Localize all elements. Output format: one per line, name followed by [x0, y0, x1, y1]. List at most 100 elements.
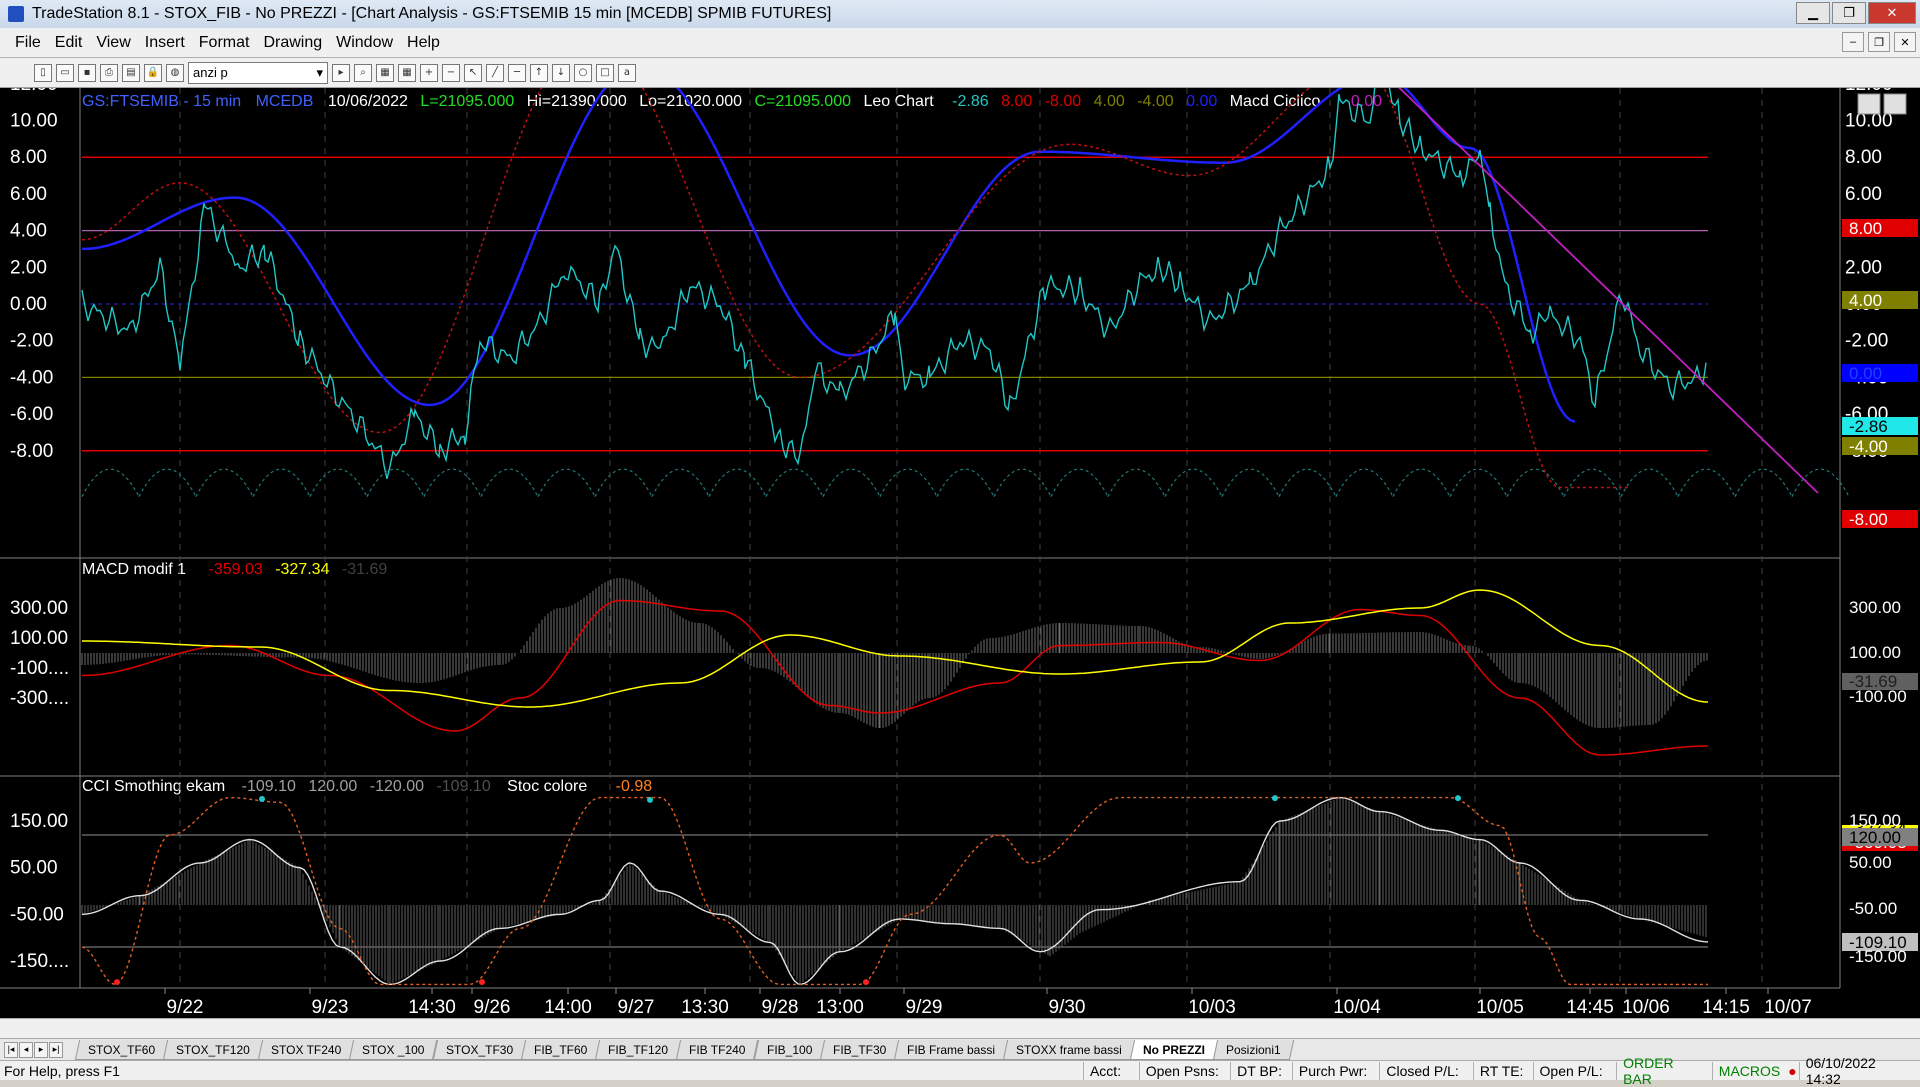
- restore-button[interactable]: ❐: [1832, 2, 1866, 24]
- mdi-minimize-icon[interactable]: ‒: [1842, 32, 1864, 52]
- open-icon[interactable]: ▭: [56, 63, 74, 82]
- tab-posizioni1[interactable]: Posizioni1: [1213, 1039, 1295, 1060]
- status-order-bar[interactable]: ORDER BAR: [1616, 1055, 1712, 1087]
- ellipse-icon[interactable]: ○: [574, 63, 592, 82]
- main-axis-tick: 4.00: [10, 221, 47, 242]
- x-axis-label: 14:15: [1702, 997, 1750, 1018]
- tab-fib-tf240[interactable]: FIB TF240: [676, 1039, 759, 1060]
- arrow-down-icon[interactable]: ↓: [552, 63, 570, 82]
- chart-window[interactable]: GS:FTSEMIB - 15 min MCEDB 10/06/2022 L=2…: [0, 37, 1920, 1022]
- main-axis-tick-right: 2.00: [1845, 257, 1882, 278]
- tab-label: STOX_TF30: [445, 1042, 513, 1056]
- tab-label: FIB_TF60: [533, 1042, 588, 1056]
- menu-format[interactable]: Format: [192, 34, 257, 52]
- toolbar: ▯ ▭ ▪ ⎙ ▤ 🔒 ◍ anzi p ▾ ▸ ⌕ ▦ ▦ + − ↖ ╱ ─ …: [0, 58, 1920, 88]
- print-icon[interactable]: ⎙: [100, 63, 118, 82]
- grid-icon[interactable]: ▦: [398, 63, 416, 82]
- find-icon[interactable]: ⌕: [354, 63, 372, 82]
- tab-no-prezzi[interactable]: No PREZZI: [1130, 1039, 1219, 1060]
- x-axis-label: 9/29: [906, 997, 943, 1018]
- tab-label: FIB_TF30: [833, 1042, 887, 1056]
- status-macros[interactable]: MACROS: [1711, 1061, 1786, 1080]
- lock-icon[interactable]: 🔒: [144, 63, 162, 82]
- new-icon[interactable]: ▯: [34, 63, 52, 82]
- arrow-up-icon[interactable]: ↑: [530, 63, 548, 82]
- tab-stoxx-frame-bassi[interactable]: STOXX frame bassi: [1003, 1039, 1136, 1060]
- chart-restore-icon[interactable]: [1883, 93, 1907, 115]
- minimize-button[interactable]: ▁: [1796, 2, 1830, 24]
- tab-stox-tf60[interactable]: STOX_TF60: [74, 1039, 169, 1060]
- chart-minimize-icon[interactable]: [1857, 93, 1881, 115]
- window-title: TradeStation 8.1 - STOX_FIB - No PREZZI …: [32, 5, 832, 22]
- zoom-in-icon[interactable]: +: [420, 63, 438, 82]
- tab-label: STOX TF240: [271, 1042, 342, 1056]
- chart-icon[interactable]: ▤: [122, 63, 140, 82]
- menu-file[interactable]: File: [8, 34, 48, 52]
- header-date: 10/06/2022: [328, 93, 408, 110]
- tab-prev-icon[interactable]: ◂: [19, 1041, 33, 1058]
- tab-last-icon[interactable]: ▸|: [49, 1041, 63, 1058]
- tab-stox-tf30[interactable]: STOX_TF30: [432, 1039, 526, 1060]
- text-icon[interactable]: a: [618, 63, 636, 82]
- horizontal-line-icon[interactable]: ─: [508, 63, 526, 82]
- tab-stox-100[interactable]: STOX _100: [349, 1039, 438, 1060]
- chart-canvas[interactable]: GS:FTSEMIB - 15 min MCEDB 10/06/2022 L=2…: [0, 37, 1920, 1018]
- main-axis-tick: 0.00: [10, 294, 47, 315]
- header-v5: -4.00: [1137, 93, 1174, 110]
- status-datetime: 06/10/2022 14:32: [1798, 1055, 1920, 1087]
- format-icon[interactable]: ▦: [376, 63, 394, 82]
- label-m4: -4.00: [1849, 437, 1888, 456]
- status-help: For Help, press F1: [4, 1062, 120, 1079]
- cci-v4: -109.10: [436, 778, 490, 795]
- cci-axis-tick: 150.00: [10, 811, 68, 832]
- cci-v3: -120.00: [370, 778, 424, 795]
- symbol-select[interactable]: anzi p ▾: [188, 61, 328, 84]
- menu-window[interactable]: Window: [329, 34, 400, 52]
- main-axis-tick: 2.00: [10, 257, 47, 278]
- tab-stox-tf120[interactable]: STOX_TF120: [163, 1039, 264, 1060]
- status-purch-pwr: Purch Pwr:: [1291, 1061, 1380, 1080]
- main-axis-tick-right: 8.00: [1845, 147, 1882, 168]
- menu-drawing[interactable]: Drawing: [256, 34, 329, 52]
- horizontal-scrollbar[interactable]: [0, 1018, 1920, 1038]
- menu-insert[interactable]: Insert: [138, 34, 192, 52]
- tab-label: STOX _100: [362, 1042, 425, 1056]
- trendline-icon[interactable]: ╱: [486, 63, 504, 82]
- tab-fib-tf60[interactable]: FIB_TF60: [520, 1039, 601, 1060]
- macd-label-m100: -100.00: [1849, 687, 1907, 706]
- main-axis-tick: -8.00: [10, 441, 53, 462]
- symbol-select-value: anzi p: [193, 65, 228, 80]
- mdi-restore-icon[interactable]: ❐: [1868, 32, 1890, 52]
- header-close: C=21095.000: [754, 93, 851, 110]
- cursor-icon[interactable]: ↖: [464, 63, 482, 82]
- x-axis-label: 13:00: [816, 997, 864, 1018]
- label-8: 8.00: [1849, 219, 1882, 238]
- tab-fib-100[interactable]: FIB_100: [753, 1039, 826, 1060]
- stoc-signal-dot: [479, 979, 485, 986]
- menu-edit[interactable]: Edit: [48, 34, 90, 52]
- tab-fib-frame-bassi[interactable]: FIB Frame bassi: [894, 1039, 1009, 1060]
- tab-stox-tf240[interactable]: STOX TF240: [257, 1039, 355, 1060]
- tab-next-icon[interactable]: ▸: [34, 1041, 48, 1058]
- x-axis-label: 9/26: [474, 997, 511, 1018]
- globe-icon[interactable]: ◍: [166, 63, 184, 82]
- tab-first-icon[interactable]: |◂: [4, 1041, 18, 1058]
- tab-label: STOXX frame bassi: [1016, 1042, 1123, 1056]
- play-icon[interactable]: ▸: [332, 63, 350, 82]
- tab-fib-tf120[interactable]: FIB_TF120: [595, 1039, 682, 1060]
- menu-help[interactable]: Help: [400, 34, 447, 52]
- close-button[interactable]: ✕: [1868, 2, 1916, 24]
- cci-name2: Stoc colore: [507, 778, 587, 795]
- menu-view[interactable]: View: [89, 34, 137, 52]
- label-4: 4.00: [1849, 291, 1882, 310]
- save-icon[interactable]: ▪: [78, 63, 96, 82]
- mdi-close-icon[interactable]: ✕: [1894, 32, 1916, 52]
- tab-fib-tf30[interactable]: FIB_TF30: [819, 1039, 900, 1060]
- macd-v2: -327.34: [275, 561, 329, 578]
- rectangle-icon[interactable]: □: [596, 63, 614, 82]
- zoom-out-icon[interactable]: −: [442, 63, 460, 82]
- header-v4: 4.00: [1094, 93, 1125, 110]
- cci-label-m50: -50.00: [1849, 899, 1897, 918]
- header-source: MCEDB: [256, 93, 314, 110]
- main-axis-tick: 6.00: [10, 184, 47, 205]
